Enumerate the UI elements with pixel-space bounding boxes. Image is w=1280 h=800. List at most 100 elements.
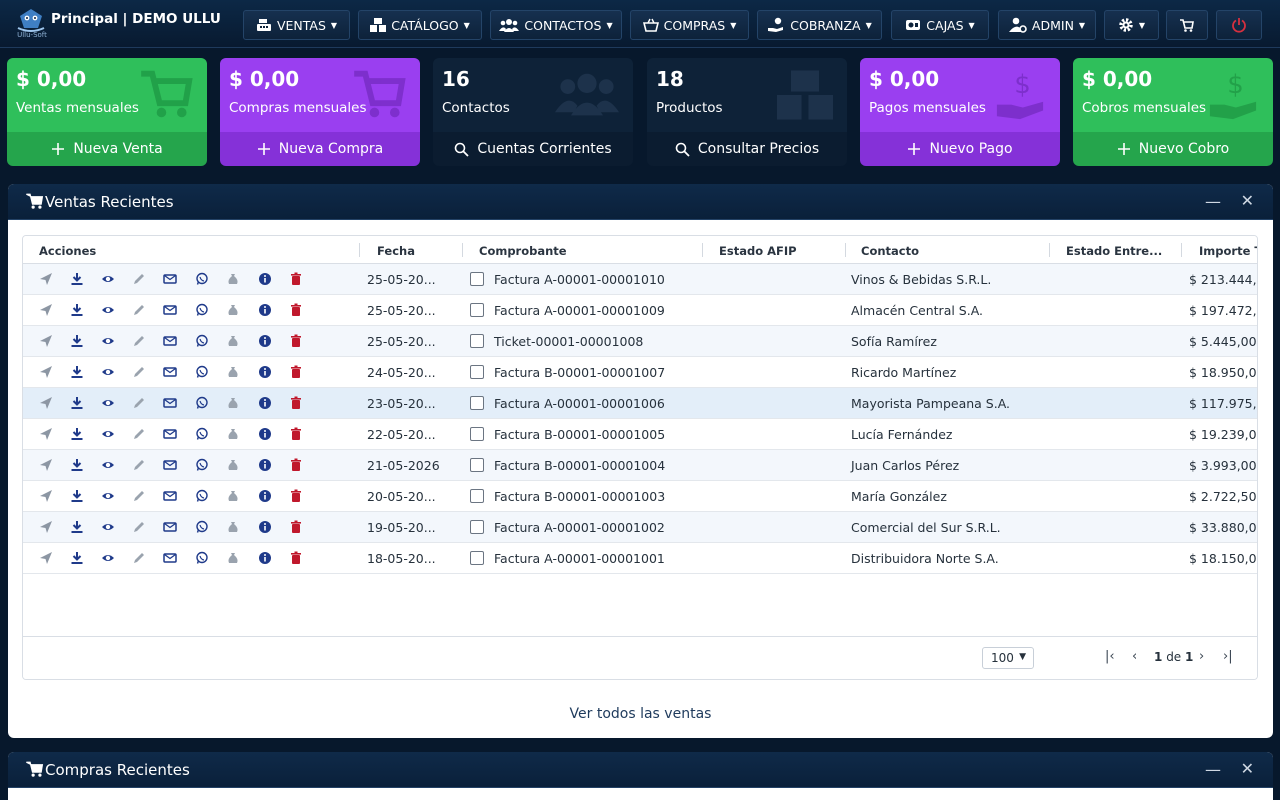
- table-row[interactable]: 25-05-20... Ticket-00001-00001008 Sofía Ra…: [23, 326, 1257, 357]
- info-icon[interactable]: [258, 272, 272, 286]
- eye-icon[interactable]: [101, 520, 115, 534]
- money-bag-icon[interactable]: [226, 334, 240, 348]
- whatsapp-icon[interactable]: [195, 334, 209, 348]
- whatsapp-icon[interactable]: [195, 272, 209, 286]
- row-checkbox[interactable]: [470, 334, 484, 348]
- nav-compras[interactable]: COMPRAS ▼: [630, 10, 749, 40]
- trash-icon[interactable]: [289, 334, 303, 348]
- download-icon[interactable]: [70, 303, 84, 317]
- eye-icon[interactable]: [101, 489, 115, 503]
- whatsapp-icon[interactable]: [195, 489, 209, 503]
- table-row[interactable]: 24-05-20... Factura B-00001-00001007 Ricar…: [23, 357, 1257, 388]
- send-icon[interactable]: [39, 396, 53, 410]
- column-divider[interactable]: [359, 243, 360, 257]
- column-divider[interactable]: [1181, 243, 1182, 257]
- info-icon[interactable]: [258, 489, 272, 503]
- download-icon[interactable]: [70, 334, 84, 348]
- send-icon[interactable]: [39, 489, 53, 503]
- ver-todas-ventas-link[interactable]: Ver todos las ventas: [8, 706, 1273, 722]
- envelope-icon[interactable]: [163, 303, 177, 317]
- nav-settings[interactable]: ▼: [1104, 10, 1159, 40]
- nuevo-cobro-button[interactable]: Nuevo Cobro: [1073, 132, 1273, 166]
- row-checkbox[interactable]: [470, 303, 484, 317]
- whatsapp-icon[interactable]: [195, 458, 209, 472]
- nav-admin[interactable]: ADMIN ▼: [998, 10, 1096, 40]
- whatsapp-icon[interactable]: [195, 520, 209, 534]
- column-divider[interactable]: [462, 243, 463, 257]
- envelope-icon[interactable]: [163, 520, 177, 534]
- pencil-icon[interactable]: [132, 396, 146, 410]
- row-checkbox[interactable]: [470, 551, 484, 565]
- pencil-icon[interactable]: [132, 272, 146, 286]
- pencil-icon[interactable]: [132, 427, 146, 441]
- whatsapp-icon[interactable]: [195, 427, 209, 441]
- row-checkbox[interactable]: [470, 396, 484, 410]
- pencil-icon[interactable]: [132, 303, 146, 317]
- nav-cajas[interactable]: CAJAS ▼: [891, 10, 989, 40]
- page-size-select[interactable]: 100 ▼: [982, 647, 1034, 669]
- pencil-icon[interactable]: [132, 520, 146, 534]
- prev-page-icon[interactable]: ‹: [1132, 649, 1137, 664]
- pencil-icon[interactable]: [132, 365, 146, 379]
- col-importe-total[interactable]: Importe To: [1199, 244, 1257, 258]
- info-icon[interactable]: [258, 520, 272, 534]
- nuevo-pago-button[interactable]: Nuevo Pago: [860, 132, 1060, 166]
- col-fecha[interactable]: Fecha: [377, 244, 415, 258]
- nav-logout[interactable]: [1216, 10, 1262, 40]
- envelope-icon[interactable]: [163, 365, 177, 379]
- table-row[interactable]: 25-05-20... Factura A-00001-00001009 Almac…: [23, 295, 1257, 326]
- eye-icon[interactable]: [101, 272, 115, 286]
- table-row[interactable]: 22-05-20... Factura B-00001-00001005 Lucía…: [23, 419, 1257, 450]
- money-bag-icon[interactable]: [226, 365, 240, 379]
- eye-icon[interactable]: [101, 365, 115, 379]
- nav-cart[interactable]: [1166, 10, 1208, 40]
- col-acciones[interactable]: Acciones: [39, 244, 96, 258]
- download-icon[interactable]: [70, 272, 84, 286]
- envelope-icon[interactable]: [163, 458, 177, 472]
- row-checkbox[interactable]: [470, 365, 484, 379]
- trash-icon[interactable]: [289, 458, 303, 472]
- money-bag-icon[interactable]: [226, 272, 240, 286]
- nueva-venta-button[interactable]: Nueva Venta: [7, 132, 207, 166]
- send-icon[interactable]: [39, 334, 53, 348]
- brand[interactable]: Ullu-Soft Principal | DEMO ULLU: [12, 4, 252, 44]
- nav-cobranza[interactable]: COBRANZA ▼: [757, 10, 882, 40]
- eye-icon[interactable]: [101, 551, 115, 565]
- whatsapp-icon[interactable]: [195, 303, 209, 317]
- send-icon[interactable]: [39, 520, 53, 534]
- download-icon[interactable]: [70, 458, 84, 472]
- info-icon[interactable]: [258, 303, 272, 317]
- money-bag-icon[interactable]: [226, 551, 240, 565]
- trash-icon[interactable]: [289, 551, 303, 565]
- info-icon[interactable]: [258, 427, 272, 441]
- pencil-icon[interactable]: [132, 489, 146, 503]
- envelope-icon[interactable]: [163, 334, 177, 348]
- money-bag-icon[interactable]: [226, 520, 240, 534]
- eye-icon[interactable]: [101, 396, 115, 410]
- envelope-icon[interactable]: [163, 551, 177, 565]
- pencil-icon[interactable]: [132, 551, 146, 565]
- nueva-compra-button[interactable]: Nueva Compra: [220, 132, 420, 166]
- trash-icon[interactable]: [289, 303, 303, 317]
- money-bag-icon[interactable]: [226, 396, 240, 410]
- send-icon[interactable]: [39, 458, 53, 472]
- envelope-icon[interactable]: [163, 427, 177, 441]
- table-row[interactable]: 21-05-2026 Factura B-00001-00001004 Juan C…: [23, 450, 1257, 481]
- minimize-icon[interactable]: —: [1205, 760, 1221, 779]
- whatsapp-icon[interactable]: [195, 551, 209, 565]
- send-icon[interactable]: [39, 303, 53, 317]
- table-row[interactable]: 23-05-20... Factura A-00001-00001006 Mayor…: [23, 388, 1257, 419]
- close-icon[interactable]: ✕: [1241, 191, 1254, 210]
- download-icon[interactable]: [70, 427, 84, 441]
- download-icon[interactable]: [70, 396, 84, 410]
- info-icon[interactable]: [258, 458, 272, 472]
- whatsapp-icon[interactable]: [195, 365, 209, 379]
- info-icon[interactable]: [258, 396, 272, 410]
- whatsapp-icon[interactable]: [195, 396, 209, 410]
- col-estado-entrega[interactable]: Estado Entre...: [1066, 244, 1162, 258]
- trash-icon[interactable]: [289, 427, 303, 441]
- minimize-icon[interactable]: —: [1205, 192, 1221, 211]
- trash-icon[interactable]: [289, 396, 303, 410]
- row-checkbox[interactable]: [470, 520, 484, 534]
- send-icon[interactable]: [39, 551, 53, 565]
